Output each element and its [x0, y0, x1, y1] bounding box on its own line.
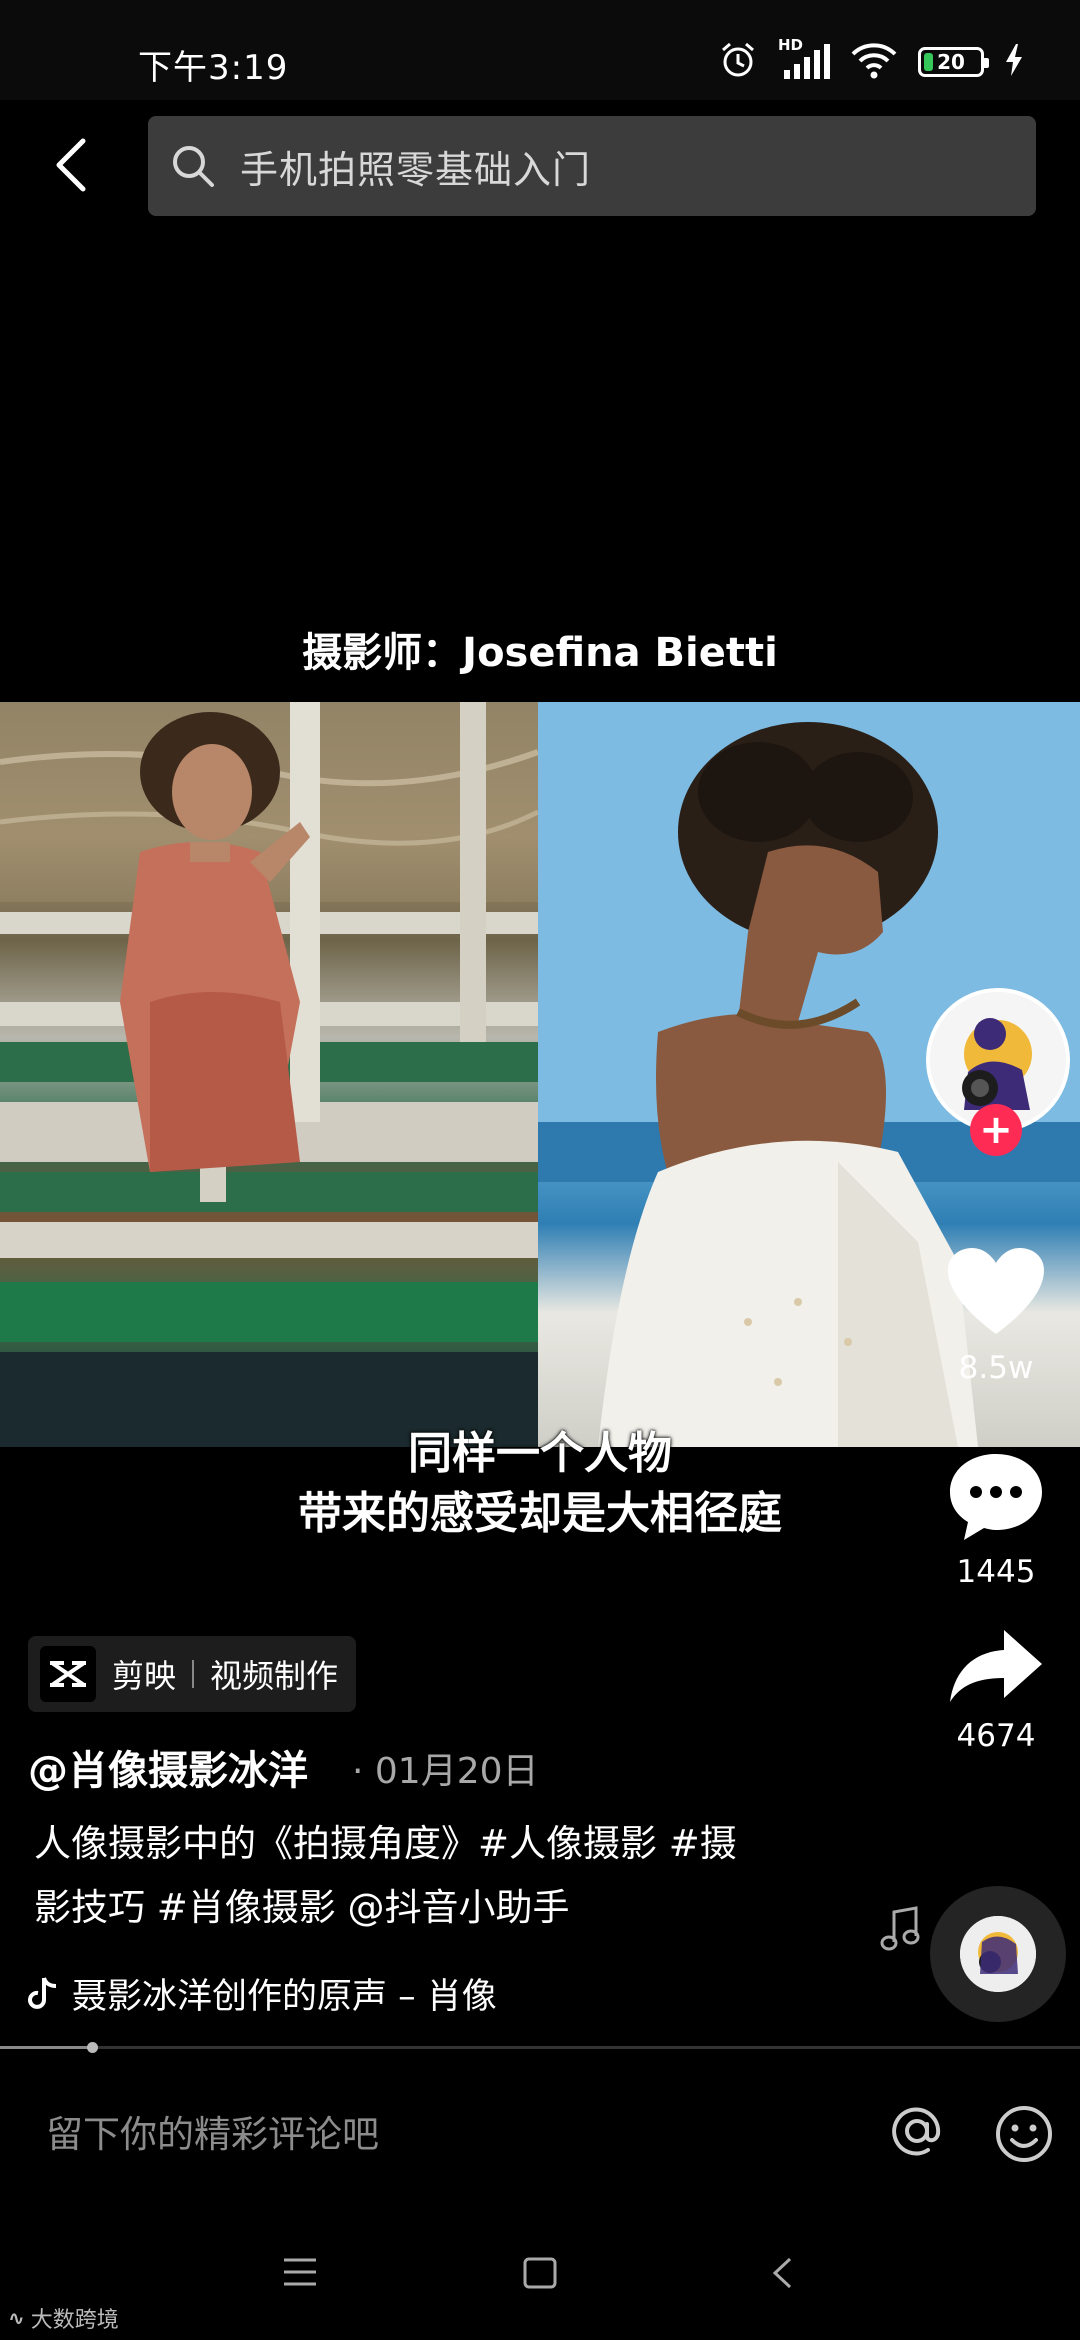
nav-menu-button[interactable]	[282, 2256, 318, 2292]
at-mention-button[interactable]	[886, 2100, 948, 2166]
wifi-icon	[850, 40, 898, 84]
video-progress-bar[interactable]	[0, 2042, 1080, 2053]
charging-bolt-icon	[1004, 44, 1024, 80]
status-icons: HD 20	[718, 36, 1024, 86]
share-arrow-icon	[950, 1630, 1042, 1702]
capcut-tag[interactable]: 剪映 视频制作	[28, 1636, 357, 1712]
description-line-1: 人像摄影中的《拍摄角度》#人像摄影 #摄	[34, 1822, 737, 1865]
like-count: 8.5w	[958, 1350, 1034, 1386]
video-player[interactable]	[0, 702, 1080, 1447]
like-button[interactable]: 8.5w	[930, 1246, 1062, 1386]
sound-title: 聂影冰洋创作的原声 – 肖像	[72, 1977, 497, 2017]
share-button[interactable]: 4674	[930, 1626, 1062, 1754]
search-query: 手机拍照零基础入门	[240, 147, 592, 192]
capcut-separator	[192, 1660, 195, 1688]
music-disc-cover	[960, 1916, 1036, 1992]
battery-cap	[984, 58, 989, 68]
nav-home-button[interactable]	[522, 2256, 558, 2294]
search-bar[interactable]: 手机拍照零基础入门	[148, 116, 1036, 216]
follow-button[interactable]: +	[970, 1104, 1022, 1156]
comment-count: 1445	[956, 1554, 1036, 1590]
subtitle-line-2: 带来的感受却是大相径庭	[298, 1488, 782, 1539]
post-date: · 01月20日	[352, 1751, 539, 1792]
status-time: 下午3:19	[138, 48, 289, 88]
progress-fill	[0, 2046, 92, 2049]
battery-icon: 20	[918, 47, 989, 77]
heart-icon	[948, 1248, 1044, 1334]
watermark-logo-icon: ∿	[8, 2306, 25, 2330]
music-note-icon	[880, 1906, 920, 1956]
chevron-left-icon	[56, 138, 86, 192]
emoji-button[interactable]	[994, 2104, 1054, 2168]
capcut-app-name: 剪映	[112, 1657, 177, 1695]
network-label: HD	[778, 36, 804, 54]
watermark: ∿ 大数跨境	[8, 2302, 119, 2334]
smiley-icon	[996, 2106, 1052, 2162]
battery-fill	[924, 53, 933, 71]
back-chevron-icon	[772, 2257, 792, 2289]
status-bar: 下午3:19 HD 20	[0, 0, 1080, 100]
post-description[interactable]: 人像摄影中的《拍摄角度》#人像摄影 #摄 影技巧 #肖像摄影 @抖音小助手	[34, 1812, 814, 1940]
comment-bar: 留下你的精彩评论吧	[0, 2060, 1080, 2200]
sound-link[interactable]: 聂影冰洋创作的原声 – 肖像	[28, 1968, 497, 2019]
comment-button[interactable]: 1445	[930, 1450, 1062, 1590]
home-square-icon	[523, 2257, 557, 2289]
post-date-value: 01月20日	[374, 1751, 539, 1792]
plus-icon: +	[979, 1107, 1013, 1153]
search-icon	[173, 146, 214, 187]
back-button[interactable]	[40, 130, 100, 200]
menu-icon	[284, 2258, 316, 2286]
share-count: 4674	[956, 1718, 1036, 1754]
comment-input[interactable]: 留下你的精彩评论吧	[46, 2104, 379, 2158]
nav-back-button[interactable]	[770, 2256, 794, 2294]
capcut-logo-icon	[40, 1646, 96, 1702]
music-disc-button[interactable]	[930, 1886, 1066, 2022]
video-title-overlay: 摄影师：Josefina Bietti	[302, 630, 778, 676]
watermark-text: 大数跨境	[30, 2308, 119, 2333]
battery-percent: 20	[937, 50, 965, 74]
subtitle-line-1: 同样一个人物	[408, 1428, 672, 1479]
at-sign-icon	[892, 2107, 941, 2156]
alarm-icon	[718, 40, 758, 84]
description-line-2: 影技巧 #肖像摄影 @抖音小助手	[34, 1886, 570, 1929]
capcut-label: 视频制作	[210, 1657, 339, 1695]
comment-bubble-icon	[950, 1454, 1042, 1540]
photo-woman-on-boat	[0, 702, 538, 1447]
author-name[interactable]: @肖像摄影冰洋	[28, 1738, 308, 1796]
tiktok-note-icon	[28, 1976, 57, 2009]
progress-knob[interactable]	[86, 2042, 98, 2053]
system-nav-bar	[0, 2214, 1080, 2340]
cellular-signal-icon: HD	[778, 36, 830, 82]
